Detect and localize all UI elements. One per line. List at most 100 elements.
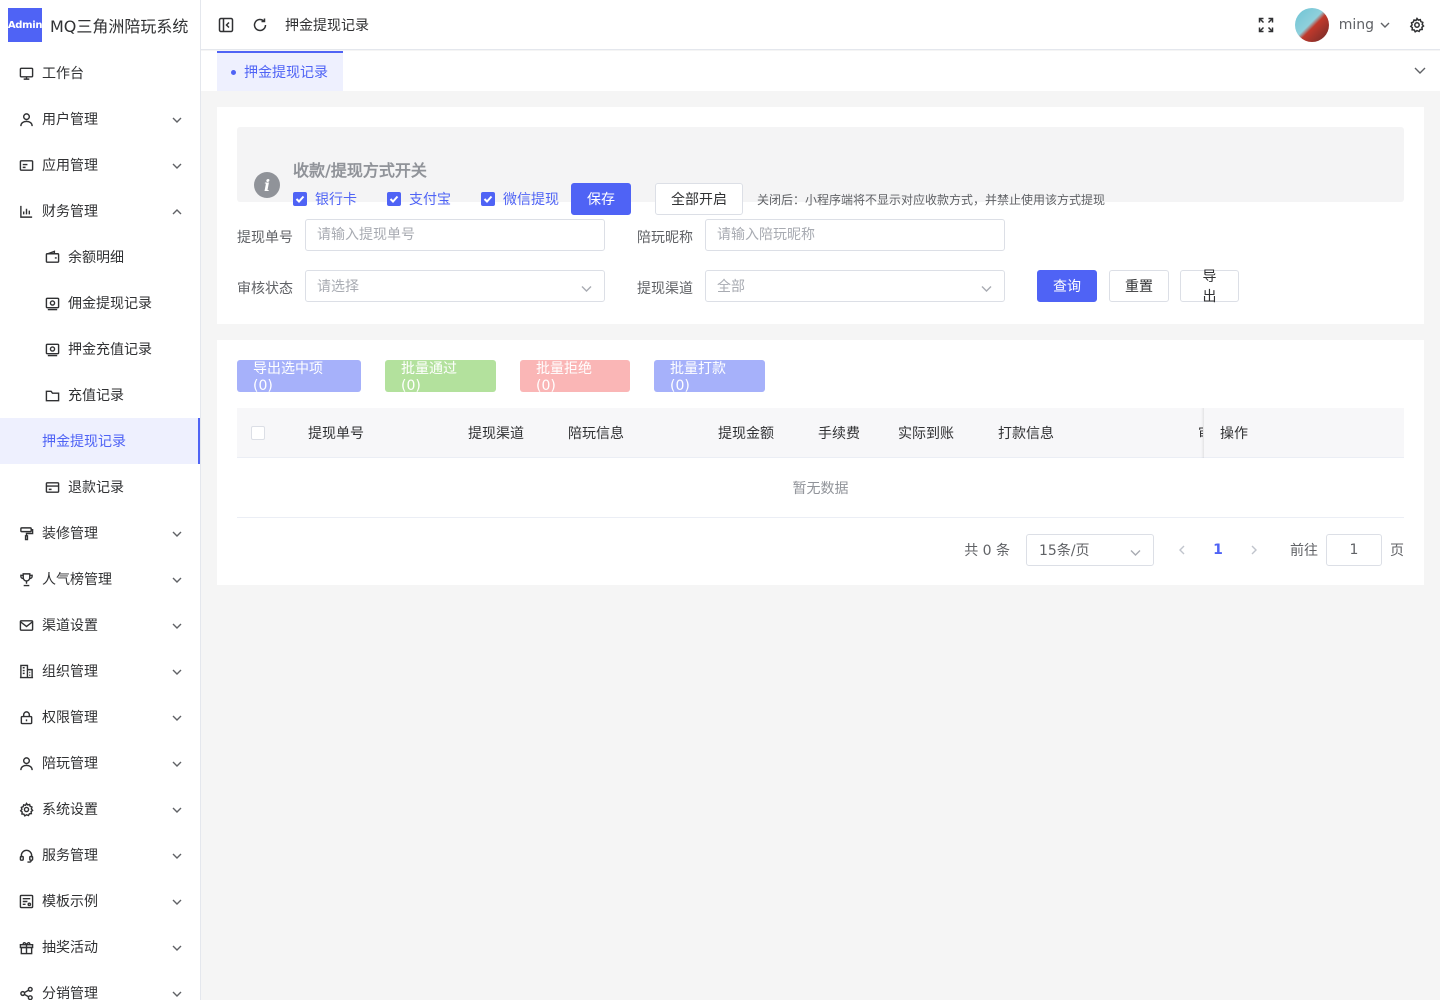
card-icon	[44, 479, 60, 495]
sidebar-item-label: 系统设置	[42, 802, 98, 818]
channel-label: 提现渠道	[637, 281, 693, 297]
money-icon	[44, 295, 60, 311]
sidebar-item-label: 押金提现记录	[42, 434, 126, 450]
chevron-down-icon	[581, 282, 592, 298]
chevron-down-icon	[172, 711, 182, 721]
paint-roller-icon	[18, 525, 34, 541]
chevron-down-icon	[172, 803, 182, 813]
sidebar-item-label: 财务管理	[42, 204, 98, 220]
user-menu[interactable]: ming	[1339, 17, 1390, 33]
chevron-down-icon	[172, 987, 182, 997]
export-selected-button[interactable]: 导出选中项 (0)	[237, 360, 361, 394]
column-header: 手续费	[818, 426, 860, 442]
prev-page-icon[interactable]	[1170, 545, 1194, 555]
sidebar-item-companions[interactable]: 陪玩管理	[0, 740, 200, 786]
collapse-sidebar-icon[interactable]	[217, 16, 235, 34]
template-icon	[18, 893, 34, 909]
money-icon	[44, 341, 60, 357]
sidebar-item-system-settings[interactable]: 系统设置	[0, 786, 200, 832]
monitor-icon	[18, 65, 34, 81]
sidebar-item-refund-records[interactable]: 退款记录	[0, 464, 200, 510]
app-title: MQ三角洲陪玩系统	[50, 17, 189, 36]
sidebar-item-label: 佣金提现记录	[68, 296, 152, 312]
refresh-icon[interactable]	[251, 16, 269, 34]
next-page-icon[interactable]	[1242, 545, 1266, 555]
chevron-down-icon	[172, 895, 182, 905]
sidebar-item-popularity[interactable]: 人气榜管理	[0, 556, 200, 602]
pagination-total: 共 0 条	[964, 543, 1010, 559]
avatar[interactable]	[1294, 8, 1329, 42]
status-placeholder: 请选择	[317, 279, 359, 295]
chevron-down-icon	[172, 849, 182, 859]
sidebar-item-label: 应用管理	[42, 158, 98, 174]
fullscreen-icon[interactable]	[1257, 16, 1275, 34]
chevron-down-icon[interactable]	[1414, 64, 1426, 80]
status-select[interactable]: 请选择	[305, 270, 605, 302]
query-button[interactable]: 查询	[1037, 270, 1097, 302]
sidebar-item-lottery[interactable]: 抽奖活动	[0, 924, 200, 970]
export-button[interactable]: 导出	[1180, 269, 1239, 305]
sidebar-item-recharge-records[interactable]: 充值记录	[0, 372, 200, 418]
sidebar-item-users[interactable]: 用户管理	[0, 96, 200, 142]
sidebar-item-finance[interactable]: 财务管理	[0, 188, 200, 234]
reset-button[interactable]: 重置	[1109, 270, 1169, 302]
building-icon	[18, 663, 34, 679]
page-size-select[interactable]: 15条/页	[1026, 534, 1154, 566]
checkbox-wechat[interactable]: 微信提现	[481, 189, 559, 209]
order-no-input[interactable]	[305, 219, 605, 251]
user-icon	[18, 755, 34, 771]
chevron-down-icon	[172, 757, 182, 767]
sidebar-item-channel[interactable]: 渠道设置	[0, 602, 200, 648]
goto-label: 前往	[1290, 543, 1318, 559]
sidebar-item-services[interactable]: 服务管理	[0, 832, 200, 878]
user-icon	[18, 111, 34, 127]
tab-deposit-withdraw[interactable]: 押金提现记录	[217, 51, 343, 91]
chevron-down-icon	[172, 159, 182, 169]
checkbox-label: 微信提现	[503, 192, 559, 208]
goto-page-input[interactable]: 1	[1326, 534, 1382, 566]
channel-select[interactable]: 全部	[705, 270, 1005, 302]
payment-switch-alert: i 收款/提现方式开关 银行卡 支付宝 微信提现 保存 全部开启 关闭后：小程序…	[237, 127, 1404, 215]
sidebar-item-workbench[interactable]: 工作台	[0, 50, 200, 96]
filter-panel: i 收款/提现方式开关 银行卡 支付宝 微信提现 保存 全部开启 关闭后：小程序…	[217, 107, 1424, 324]
chevron-down-icon	[172, 573, 182, 583]
sidebar-item-label: 模板示例	[42, 894, 98, 910]
column-header: 打款信息	[998, 426, 1054, 442]
sidebar-item-label: 权限管理	[42, 710, 98, 726]
sidebar-item-permissions[interactable]: 权限管理	[0, 694, 200, 740]
batch-reject-button[interactable]: 批量拒绝 (0)	[520, 360, 630, 394]
batch-approve-button[interactable]: 批量通过 (0)	[385, 360, 496, 394]
sidebar-item-decoration[interactable]: 装修管理	[0, 510, 200, 556]
status-label: 审核状态	[237, 281, 293, 297]
enable-all-button[interactable]: 全部开启	[655, 183, 743, 215]
chevron-down-icon	[172, 619, 182, 629]
batch-pay-button[interactable]: 批量打款 (0)	[654, 360, 765, 394]
chevron-down-icon	[172, 941, 182, 951]
sidebar-item-commission-withdraw[interactable]: 佣金提现记录	[0, 280, 200, 326]
sidebar-item-distribution[interactable]: 分销管理	[0, 970, 200, 1000]
chevron-down-icon	[1130, 546, 1141, 562]
checkbox-bank-card[interactable]: 银行卡	[293, 189, 357, 209]
sidebar-item-deposit-recharge[interactable]: 押金充值记录	[0, 326, 200, 372]
gear-icon[interactable]	[1408, 16, 1426, 34]
sidebar-item-organization[interactable]: 组织管理	[0, 648, 200, 694]
lock-icon	[18, 709, 34, 725]
sidebar-item-templates[interactable]: 模板示例	[0, 878, 200, 924]
save-button[interactable]: 保存	[571, 183, 631, 215]
gift-icon	[18, 939, 34, 955]
sidebar-item-balance-detail[interactable]: 余额明细	[0, 234, 200, 280]
column-header: 提现单号	[308, 426, 364, 442]
select-all-checkbox[interactable]	[251, 426, 265, 440]
page-number[interactable]: 1	[1210, 542, 1226, 558]
checkbox-alipay[interactable]: 支付宝	[387, 189, 451, 209]
logo[interactable]: Admin MQ三角洲陪玩系统	[0, 0, 200, 50]
sidebar-item-deposit-withdraw[interactable]: 押金提现记录	[0, 418, 200, 464]
sidebar-item-label: 陪玩管理	[42, 756, 98, 772]
chevron-down-icon	[172, 527, 182, 537]
sidebar-item-apps[interactable]: 应用管理	[0, 142, 200, 188]
order-no-label: 提现单号	[237, 230, 293, 246]
app-window-icon	[18, 157, 34, 173]
wallet-icon	[44, 249, 60, 265]
nickname-input[interactable]	[705, 219, 1005, 251]
tabs-bar: 押金提现记录	[201, 51, 1440, 91]
